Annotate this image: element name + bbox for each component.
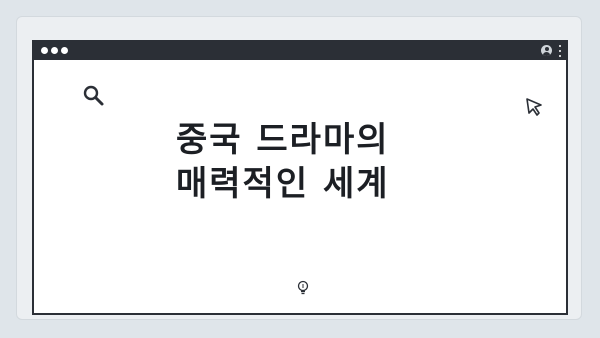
headline-line-1: 중국 드라마의 [176,120,390,160]
browser-window: 중국 드라마의 매력적인 세계 [32,40,568,315]
search-icon [83,85,104,106]
cursor-arrow-icon [526,98,542,116]
user-icon[interactable] [541,45,552,56]
kebab-menu-icon[interactable] [558,45,562,57]
window-titlebar [34,42,566,60]
window-close-dot[interactable] [41,47,48,54]
lightbulb-icon [297,280,309,295]
headline-line-2: 매력적인 세계 [176,164,390,204]
bottom-background-strip [0,320,600,338]
page: 중국 드라마의 매력적인 세계 [0,0,600,338]
window-minimize-dot[interactable] [51,47,58,54]
page-headline: 중국 드라마의 매력적인 세계 [176,118,496,206]
window-maximize-dot[interactable] [61,47,68,54]
